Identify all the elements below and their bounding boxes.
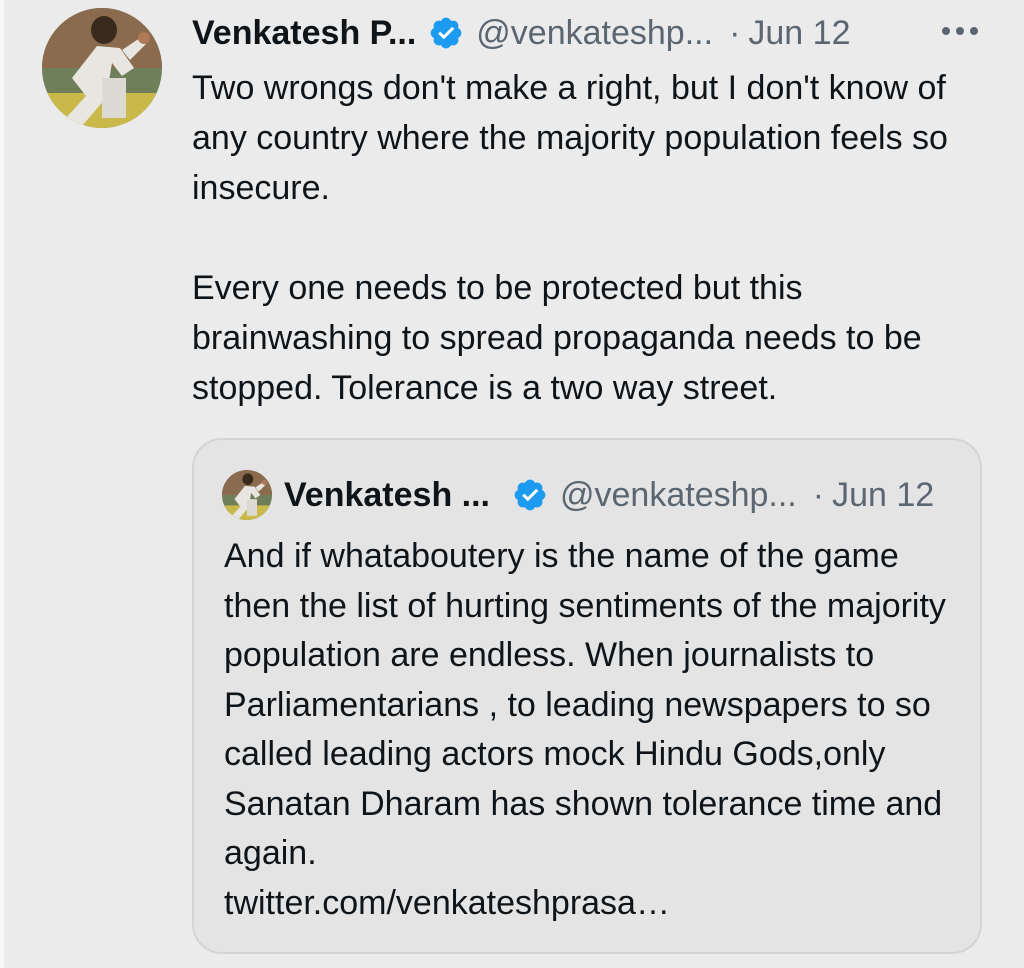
tweet-date[interactable]: Jun 12 — [748, 14, 850, 53]
verified-badge-icon — [512, 477, 548, 513]
quoted-tweet-card[interactable]: Venkatesh ... @venkateshp... · Jun 12 An… — [192, 438, 982, 954]
author-name[interactable]: Venkatesh P... — [192, 14, 416, 53]
quoted-author-avatar[interactable] — [222, 470, 272, 520]
tweet-header: Venkatesh P... @venkateshp... · Jun 12 — [192, 10, 992, 56]
separator-dot: · — [812, 475, 825, 514]
tweet-text: Two wrongs don't make a right, but I don… — [192, 69, 948, 407]
quoted-author-name[interactable]: Venkatesh ... — [284, 476, 490, 515]
page-edge — [0, 0, 4, 968]
author-avatar[interactable] — [42, 8, 162, 128]
quoted-tweet-text: And if whataboutery is the name of the g… — [224, 537, 946, 922]
verified-badge-icon — [428, 15, 464, 51]
author-handle[interactable]: @venkateshp... — [476, 14, 713, 53]
more-options-icon[interactable] — [930, 8, 990, 54]
separator-dot: · — [729, 13, 741, 52]
quoted-tweet-date[interactable]: Jun 12 — [832, 476, 934, 515]
quoted-author-handle[interactable]: @venkateshp... — [560, 476, 797, 515]
quoted-tweet-header: Venkatesh ... @venkateshp... · Jun 12 — [284, 472, 934, 518]
